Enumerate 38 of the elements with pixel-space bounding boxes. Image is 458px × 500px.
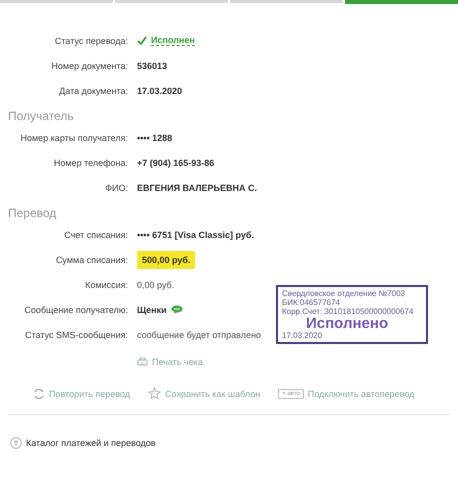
field-label: Сумма списания: (54, 254, 129, 264)
field-value: ЕВГЕНИЯ ВАЛЕРЬЕВНА С. (137, 182, 257, 192)
field-value: •••• 6751 [Visa Classic] руб. (137, 230, 254, 240)
field-value: +7 (904) 165-93-86 (137, 158, 214, 168)
star-icon (148, 387, 162, 400)
chat-bubble-icon (170, 305, 183, 314)
field-value: 0,00 руб. (137, 280, 174, 290)
stamp-line: Корр.Счет: 30101810500000000674 (282, 307, 414, 316)
field-label: Статус перевода: (54, 36, 129, 46)
stamp-status: Исполнено (306, 316, 388, 331)
section-title: Получатель (7, 108, 75, 125)
printer-icon (137, 357, 148, 367)
catalog-link[interactable]: Каталог платежей и переводов (10, 437, 458, 449)
field-label: Номер документа: (50, 60, 129, 70)
field-label: Дата документа: (58, 86, 129, 96)
field-label: Статус SMS-сообщения: (24, 330, 129, 340)
section-title: Перевод (7, 205, 58, 222)
action-link[interactable]: Сохранить как шаблон (148, 387, 260, 400)
action-link[interactable]: Повторить перевод (33, 387, 130, 400)
refresh-icon (33, 388, 45, 400)
field-label: Номер телефона: (52, 158, 129, 168)
field-value: •••• 1288 (137, 132, 172, 142)
field-label: Счет списания: (63, 230, 129, 240)
check-icon (137, 36, 147, 45)
stamp-date: 17.03.2020 (282, 331, 322, 340)
field-label: Номер карты получателя: (19, 132, 129, 142)
field-value: 536013 (137, 60, 168, 70)
message-value: Щенки (137, 304, 167, 314)
amount-value: 500,00 руб. (137, 250, 196, 268)
field-label: Комиссия: (84, 280, 129, 290)
stamp-line: Свердловское отделение №7003 (282, 289, 405, 298)
print-receipt-link[interactable]: Печать чека (137, 357, 203, 367)
field-value: 17.03.2020 (137, 86, 182, 96)
field-label: ФИО: (104, 182, 129, 192)
status-value: Исполнен (151, 35, 195, 46)
field-value: сообщение будет отправлено (137, 330, 261, 340)
stamp-line: БИК:046577674 (282, 298, 340, 307)
field-label: Сообщение получателю: (23, 304, 129, 314)
